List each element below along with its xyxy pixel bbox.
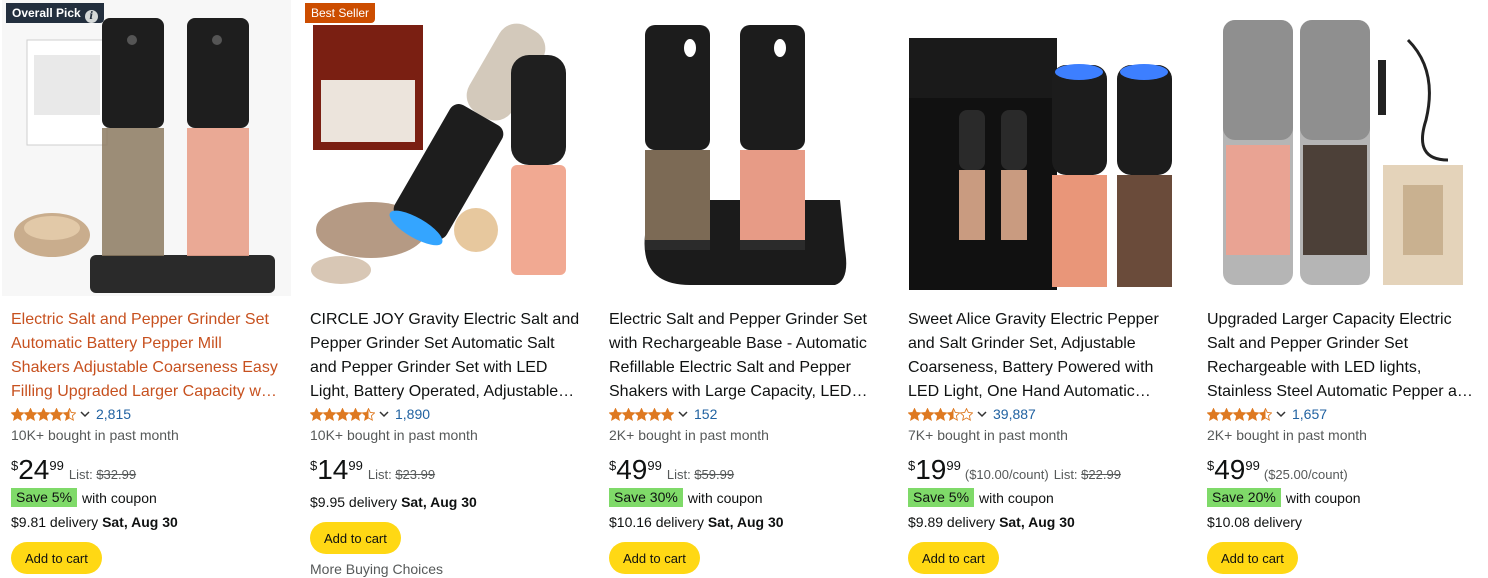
rating-row: 39,887 xyxy=(908,405,1036,423)
delivery-info: $10.08 delivery xyxy=(1207,514,1302,530)
price[interactable]: $ 14 99 List: $23.99 xyxy=(310,456,435,484)
delivery-info: $9.95 delivery Sat, Aug 30 xyxy=(310,494,477,510)
coupon: Save 5% with coupon xyxy=(11,488,157,507)
star-icon xyxy=(37,407,50,421)
bought-past-month: 10K+ bought in past month xyxy=(310,427,478,443)
star-icon xyxy=(11,407,24,421)
info-icon[interactable]: i xyxy=(84,10,98,23)
bought-past-month: 2K+ bought in past month xyxy=(609,427,769,443)
more-buying-choices-link[interactable]: More Buying Choices xyxy=(310,561,443,577)
star-rating[interactable] xyxy=(310,407,375,421)
rating-row: 2,815 xyxy=(11,405,131,423)
product-image[interactable] xyxy=(1198,0,1487,296)
rating-count-link[interactable]: 1,890 xyxy=(395,406,430,422)
coupon-badge[interactable]: Save 20% xyxy=(1207,488,1281,507)
product-title[interactable]: Upgraded Larger Capacity Electric Salt a… xyxy=(1207,308,1479,404)
rating-count-link[interactable]: 39,887 xyxy=(993,406,1036,422)
product-title[interactable]: Sweet Alice Gravity Electric Pepper and … xyxy=(908,308,1180,404)
list-price: List: $32.99 xyxy=(68,467,137,482)
chevron-down-icon[interactable] xyxy=(379,409,389,419)
coupon: Save 5% with coupon xyxy=(908,488,1054,507)
star-icon xyxy=(921,407,934,421)
product-card: Overall Pick i Electric Salt and Pepper G… xyxy=(2,0,291,578)
star-icon xyxy=(349,407,362,421)
star-icon xyxy=(1246,407,1259,421)
price[interactable]: $ 49 99 List: $59.99 xyxy=(609,456,734,484)
chevron-down-icon[interactable] xyxy=(678,409,688,419)
overall-pick-badge: Overall Pick i xyxy=(6,3,104,23)
rating-count-link[interactable]: 1,657 xyxy=(1292,406,1327,422)
add-to-cart-button[interactable]: Add to cart xyxy=(1207,542,1298,574)
product-title[interactable]: Electric Salt and Pepper Grinder Set wit… xyxy=(609,308,881,404)
star-icon xyxy=(1207,407,1220,421)
star-icon xyxy=(50,407,63,421)
product-card: Sweet Alice Gravity Electric Pepper and … xyxy=(899,0,1188,578)
rating-count-link[interactable]: 2,815 xyxy=(96,406,131,422)
rating-row: 1,657 xyxy=(1207,405,1327,423)
star-rating[interactable] xyxy=(1207,407,1272,421)
star-rating[interactable] xyxy=(11,407,76,421)
star-icon xyxy=(24,407,37,421)
star-icon xyxy=(622,407,635,421)
star-icon xyxy=(63,407,76,421)
star-icon xyxy=(609,407,622,421)
unit-price: ($10.00/count) xyxy=(964,467,1049,482)
chevron-down-icon[interactable] xyxy=(1276,409,1286,419)
star-icon xyxy=(960,407,973,421)
star-icon xyxy=(310,407,323,421)
add-to-cart-button[interactable]: Add to cart xyxy=(908,542,999,574)
product-image[interactable] xyxy=(600,0,889,296)
add-to-cart-button[interactable]: Add to cart xyxy=(609,542,700,574)
star-rating[interactable] xyxy=(609,407,674,421)
star-rating[interactable] xyxy=(908,407,973,421)
star-icon xyxy=(323,407,336,421)
add-to-cart-button[interactable]: Add to cart xyxy=(310,522,401,554)
star-icon xyxy=(362,407,375,421)
product-title[interactable]: CIRCLE JOY Gravity Electric Salt and Pep… xyxy=(310,308,582,404)
coupon: Save 30% with coupon xyxy=(609,488,763,507)
star-icon xyxy=(635,407,648,421)
rating-count-link[interactable]: 152 xyxy=(694,406,717,422)
add-to-cart-button[interactable]: Add to cart xyxy=(11,542,102,574)
product-card: Upgraded Larger Capacity Electric Salt a… xyxy=(1198,0,1487,578)
best-seller-badge[interactable]: Best Seller xyxy=(305,3,376,23)
star-icon xyxy=(648,407,661,421)
product-card: Best Seller CIRCLE JOY Gravity Electric … xyxy=(301,0,590,578)
star-icon xyxy=(1233,407,1246,421)
star-icon xyxy=(1220,407,1233,421)
product-image[interactable] xyxy=(301,0,590,296)
product-image[interactable] xyxy=(899,0,1188,296)
list-price: List: $59.99 xyxy=(666,467,735,482)
delivery-info: $9.89 delivery Sat, Aug 30 xyxy=(908,514,1075,530)
coupon: Save 20% with coupon xyxy=(1207,488,1361,507)
unit-price: ($25.00/count) xyxy=(1263,467,1348,482)
star-icon xyxy=(1259,407,1272,421)
product-grid: Overall Pick i Electric Salt and Pepper G… xyxy=(0,0,1488,578)
rating-row: 1,890 xyxy=(310,405,430,423)
rating-row: 152 xyxy=(609,405,717,423)
bought-past-month: 10K+ bought in past month xyxy=(11,427,179,443)
delivery-info: $10.16 delivery Sat, Aug 30 xyxy=(609,514,784,530)
star-icon xyxy=(336,407,349,421)
product-card: Electric Salt and Pepper Grinder Set wit… xyxy=(600,0,889,578)
star-icon xyxy=(934,407,947,421)
coupon-badge[interactable]: Save 5% xyxy=(11,488,78,507)
price[interactable]: $ 49 99 ($25.00/count) xyxy=(1207,456,1348,484)
price[interactable]: $ 24 99 List: $32.99 xyxy=(11,456,136,484)
list-price: List: $22.99 xyxy=(1053,467,1121,482)
star-icon xyxy=(947,407,960,421)
delivery-info: $9.81 delivery Sat, Aug 30 xyxy=(11,514,178,530)
chevron-down-icon[interactable] xyxy=(80,409,90,419)
coupon-badge[interactable]: Save 30% xyxy=(609,488,683,507)
star-icon xyxy=(661,407,674,421)
product-image[interactable] xyxy=(2,0,291,296)
bought-past-month: 2K+ bought in past month xyxy=(1207,427,1367,443)
chevron-down-icon[interactable] xyxy=(977,409,987,419)
star-icon xyxy=(908,407,921,421)
list-price: List: $23.99 xyxy=(367,467,436,482)
product-title[interactable]: Electric Salt and Pepper Grinder Set Aut… xyxy=(11,308,283,404)
coupon-badge[interactable]: Save 5% xyxy=(908,488,975,507)
bought-past-month: 7K+ bought in past month xyxy=(908,427,1068,443)
price[interactable]: $ 19 99 ($10.00/count) List: $22.99 xyxy=(908,456,1121,484)
